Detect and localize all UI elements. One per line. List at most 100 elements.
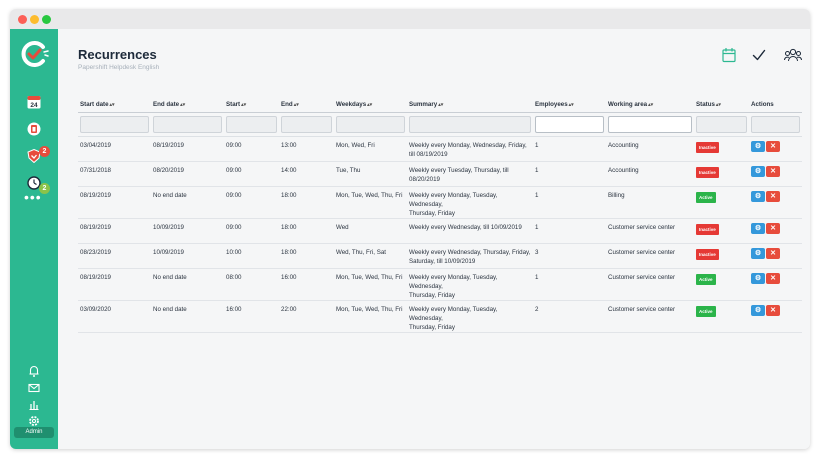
- summary-line: Weekly every Monday, Tuesday, Wednesday,: [409, 305, 498, 322]
- filter-start[interactable]: [226, 115, 277, 133]
- edit-button[interactable]: ⚙: [751, 140, 765, 152]
- sort-icon: ▴▾: [241, 101, 247, 108]
- sidebar-item-absences[interactable]: 2: [24, 146, 50, 166]
- column-header-working-area[interactable]: Working area▴▾: [606, 97, 694, 113]
- cell-actions: ⚙ ✕: [749, 136, 802, 162]
- sort-icon: ▴▾: [568, 101, 574, 108]
- filter-end[interactable]: [281, 115, 332, 133]
- cell-status: Inactive: [694, 161, 749, 187]
- column-header-start-date[interactable]: Start date▴▾: [78, 97, 151, 113]
- filter-employees[interactable]: [535, 115, 604, 133]
- summary-line: Thursday, Friday: [409, 323, 455, 331]
- cell-end: 14:00: [279, 161, 334, 187]
- mail-icon[interactable]: [27, 381, 41, 395]
- edit-button[interactable]: ⚙: [751, 222, 765, 234]
- cell-weekdays: Mon, Wed, Fri: [334, 136, 407, 162]
- sort-icon: ▴▾: [438, 101, 444, 108]
- gear-icon[interactable]: [27, 414, 41, 428]
- cell-start: 09:00: [224, 136, 279, 162]
- status-badge: Inactive: [696, 141, 719, 153]
- delete-button[interactable]: ✕: [766, 247, 780, 259]
- filter-weekdays[interactable]: [336, 115, 405, 133]
- delete-button[interactable]: ✕: [766, 222, 780, 234]
- filter-actions[interactable]: [751, 115, 800, 133]
- gear-icon: ⚙: [754, 306, 762, 314]
- table-row[interactable]: 08/23/2019 10/09/2019 10:00 18:00 Wed, Thu, …: [78, 243, 802, 269]
- cell-employees: 1: [533, 186, 606, 219]
- edit-button[interactable]: ⚙: [751, 165, 765, 177]
- delete-button[interactable]: ✕: [766, 272, 780, 284]
- close-icon: ✕: [770, 224, 776, 232]
- close-window-button[interactable]: [18, 15, 27, 24]
- column-header-employees[interactable]: Employees▴▾: [533, 97, 606, 113]
- summary-line: 08/20/2019: [409, 175, 440, 183]
- cell-employees: 1: [533, 268, 606, 301]
- column-header-start[interactable]: Start▴▾: [224, 97, 279, 113]
- column-header-status[interactable]: Status▴▾: [694, 97, 749, 113]
- edit-button[interactable]: ⚙: [751, 190, 765, 202]
- app-logo-icon[interactable]: [19, 39, 49, 69]
- column-header-summary[interactable]: Summary▴▾: [407, 97, 533, 113]
- cell-status: Inactive: [694, 243, 749, 269]
- checkmark-icon[interactable]: [752, 47, 766, 63]
- edit-button[interactable]: ⚙: [751, 247, 765, 259]
- table-row[interactable]: 08/19/2019 No end date 08:00 16:00 Mon, Tue,…: [78, 268, 802, 301]
- cell-employees: 2: [533, 300, 606, 333]
- filter-summary[interactable]: [409, 115, 531, 133]
- main-content: Recurrences Papershift Helpdesk English: [58, 29, 810, 449]
- table-row[interactable]: 08/19/2019 10/09/2019 09:00 18:00 Wed Weekly …: [78, 218, 802, 244]
- calendar-day: 24: [30, 102, 38, 109]
- cell-weekdays: Mon, Tue, Wed, Thu, Fri: [334, 300, 407, 333]
- cell-actions: ⚙ ✕: [749, 268, 802, 301]
- gear-icon: ⚙: [754, 249, 762, 257]
- cell-end: 16:00: [279, 268, 334, 301]
- minimize-window-button[interactable]: [30, 15, 39, 24]
- cell-end: 18:00: [279, 243, 334, 269]
- status-badge: Active: [696, 273, 716, 285]
- column-header-label: Actions: [751, 100, 774, 108]
- bell-icon[interactable]: [27, 364, 41, 378]
- maximize-window-button[interactable]: [42, 15, 51, 24]
- cell-weekdays: Tue, Thu: [334, 161, 407, 187]
- cell-start-date: 03/09/2020: [78, 300, 151, 333]
- cell-actions: ⚙ ✕: [749, 186, 802, 219]
- delete-button[interactable]: ✕: [766, 304, 780, 316]
- calendar-view-icon[interactable]: [722, 47, 736, 63]
- delete-button[interactable]: ✕: [766, 190, 780, 202]
- filter-start-date[interactable]: [80, 115, 149, 133]
- summary-line: Thursday, Friday: [409, 291, 455, 299]
- column-header-end-date[interactable]: End date▴▾: [151, 97, 224, 113]
- summary-line: Thursday, Friday: [409, 209, 455, 217]
- delete-button[interactable]: ✕: [766, 140, 780, 152]
- column-header-label: Start date: [80, 100, 109, 108]
- filter-end-date[interactable]: [153, 115, 222, 133]
- edit-button[interactable]: ⚙: [751, 272, 765, 284]
- table-row[interactable]: 03/04/2019 08/19/2019 09:00 13:00 Mon, Wed, …: [78, 136, 802, 162]
- cell-weekdays: Mon, Tue, Wed, Thu, Fri: [334, 186, 407, 219]
- gear-icon: ⚙: [754, 142, 762, 150]
- filter-working-area[interactable]: [608, 115, 692, 133]
- recurrences-table: Start date▴▾ End date▴▾ Start▴▾ End▴▾ We…: [78, 97, 802, 333]
- column-header-end[interactable]: End▴▾: [279, 97, 334, 113]
- more-icon[interactable]: •••: [24, 190, 42, 204]
- sort-icon: ▴▾: [180, 101, 186, 108]
- sidebar-item-calendar[interactable]: 24: [24, 92, 44, 112]
- filter-status[interactable]: [696, 115, 747, 133]
- cell-summary: Weekly every Monday, Tuesday, Wednesday,…: [407, 300, 533, 333]
- column-header-weekdays[interactable]: Weekdays▴▾: [334, 97, 407, 113]
- cell-end: 22:00: [279, 300, 334, 333]
- team-icon[interactable]: [784, 47, 802, 63]
- user-menu-button[interactable]: Admin: [14, 427, 54, 438]
- summary-line: Weekly every Monday, Wednesday, Friday,: [409, 141, 527, 149]
- cell-employees: 1: [533, 218, 606, 244]
- delete-button[interactable]: ✕: [766, 165, 780, 177]
- chart-icon[interactable]: [27, 398, 41, 412]
- edit-button[interactable]: ⚙: [751, 304, 765, 316]
- table-row[interactable]: 08/19/2019 No end date 09:00 18:00 Mon, Tue,…: [78, 186, 802, 219]
- sidebar-item-shifts[interactable]: [24, 119, 44, 139]
- cell-working-area: Accounting: [606, 161, 694, 187]
- table-row[interactable]: 07/31/2018 08/20/2019 09:00 14:00 Tue, Thu We…: [78, 161, 802, 187]
- column-header-label: Status: [696, 100, 715, 108]
- column-header-actions: Actions: [749, 97, 802, 113]
- table-row[interactable]: 03/09/2020 No end date 16:00 22:00 Mon, Tue,…: [78, 300, 802, 333]
